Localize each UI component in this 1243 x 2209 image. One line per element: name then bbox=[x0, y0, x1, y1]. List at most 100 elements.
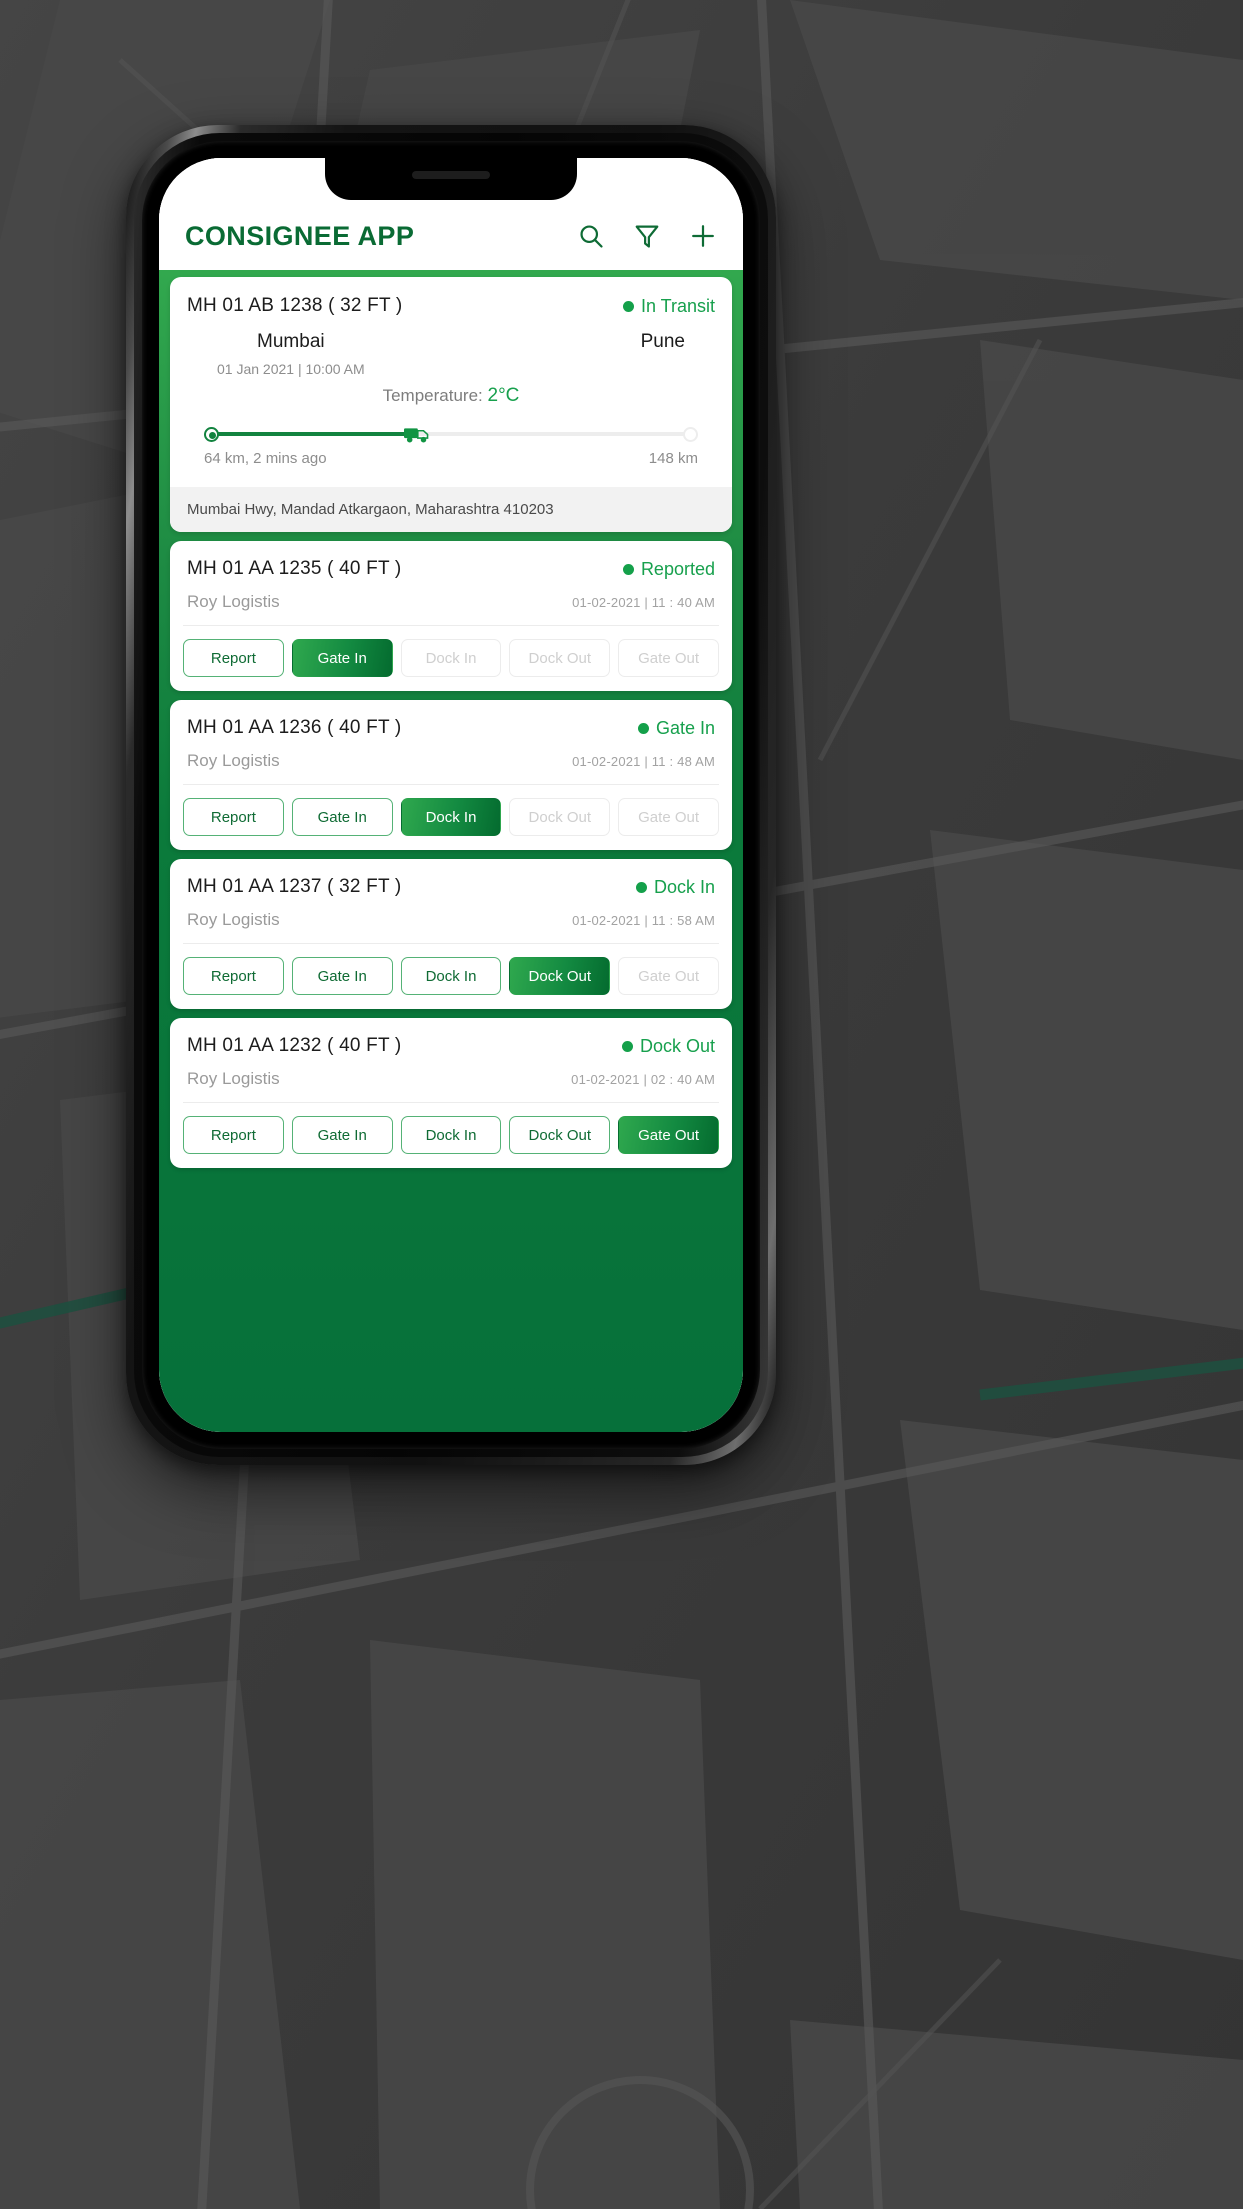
event-timestamp: 01-02-2021 | 11 : 48 AM bbox=[572, 753, 715, 769]
temperature-value: 2°C bbox=[487, 385, 520, 406]
event-timestamp: 01-02-2021 | 11 : 58 AM bbox=[572, 912, 715, 928]
plus-icon[interactable] bbox=[689, 222, 717, 250]
vehicle-card-meta-row: Roy Logistis 01-02-2021 | 11 : 48 AM bbox=[187, 751, 715, 771]
search-icon[interactable] bbox=[577, 222, 605, 250]
status-dot-icon bbox=[637, 722, 649, 734]
phone-mockup: CONSIGNEE APP MH 01 AB 1238 (32 FT) In… bbox=[126, 125, 776, 1465]
milestone-button-dock-in[interactable]: Dock In bbox=[400, 957, 502, 995]
milestone-button-report[interactable]: Report bbox=[183, 798, 284, 836]
vehicle-card-meta-row: Roy Logistis 01-02-2021 | 11 : 58 AM bbox=[187, 910, 715, 930]
vehicle-number: MH 01 AA 1237 ( 32 FT ) bbox=[187, 876, 402, 897]
vehicle-card-header-row: MH 01 AA 1236 ( 40 FT ) Gate In bbox=[187, 717, 715, 739]
milestone-button-gate-in[interactable]: Gate In bbox=[291, 639, 393, 677]
status-dot-icon bbox=[635, 881, 647, 893]
milestone-button-dock-out[interactable]: Dock Out bbox=[509, 1116, 611, 1154]
action-card-list: MH 01 AA 1235 ( 40 FT ) Reported Roy Logis… bbox=[170, 541, 732, 1168]
milestone-button-gate-out: Gate Out bbox=[618, 957, 719, 995]
milestone-button-dock-in: Dock In bbox=[400, 639, 502, 677]
vehicle-card[interactable]: MH 01 AA 1236 ( 40 FT ) Gate In Roy Logist… bbox=[170, 700, 732, 850]
transporter-name: Roy Logistis bbox=[187, 592, 280, 611]
temperature-row: Temperature: 2°C bbox=[187, 385, 715, 407]
destination-block: Pune bbox=[641, 331, 685, 353]
milestone-button-row: Report Gate In Dock In Dock Out Gate Out bbox=[170, 1103, 732, 1168]
status-badge: Reported bbox=[622, 558, 715, 580]
app-body: MH 01 AB 1238 ( 32 FT ) In Transit Mumba… bbox=[159, 270, 743, 1432]
vehicle-card-header-row: MH 01 AA 1232 ( 40 FT ) Dock Out bbox=[187, 1035, 715, 1057]
header-actions bbox=[577, 222, 717, 252]
milestone-button-gate-in[interactable]: Gate In bbox=[291, 1116, 393, 1154]
destination-city: Pune bbox=[640, 331, 685, 352]
status-label: Dock Out bbox=[639, 1035, 715, 1056]
in-transit-card[interactable]: MH 01 AB 1238 ( 32 FT ) In Transit Mumba… bbox=[170, 277, 732, 532]
vehicle-card-top: MH 01 AA 1235 ( 40 FT ) Reported Roy Logis… bbox=[170, 541, 732, 625]
vehicle-number: MH 01 AA 1236 ( 40 FT ) bbox=[187, 717, 402, 738]
status-badge: Dock Out bbox=[621, 1035, 715, 1057]
milestone-button-gate-in[interactable]: Gate In bbox=[291, 798, 393, 836]
status-dot-icon bbox=[622, 300, 634, 312]
milestone-button-report[interactable]: Report bbox=[183, 957, 284, 995]
milestone-button-dock-out[interactable]: Dock Out bbox=[509, 957, 611, 995]
vehicle-card-header-row: MH 01 AA 1235 ( 40 FT ) Reported bbox=[187, 558, 715, 580]
milestone-button-row: Report Gate In Dock In Dock Out Gate Out bbox=[170, 626, 732, 691]
status-dot-icon bbox=[622, 563, 634, 575]
milestone-button-gate-out: Gate Out bbox=[618, 798, 719, 836]
milestone-button-gate-out[interactable]: Gate Out bbox=[618, 1116, 719, 1154]
milestone-button-dock-out: Dock Out bbox=[509, 798, 611, 836]
milestone-button-row: Report Gate In Dock In Dock Out Gate Out bbox=[170, 944, 732, 1009]
vehicle-card[interactable]: MH 01 AA 1235 ( 40 FT ) Reported Roy Logis… bbox=[170, 541, 732, 691]
vehicle-card[interactable]: MH 01 AA 1232 ( 40 FT ) Dock Out Roy Logis… bbox=[170, 1018, 732, 1168]
origin-city: Mumbai bbox=[257, 331, 325, 352]
transporter-name: Roy Logistis bbox=[187, 1069, 280, 1088]
in-transit-header-row: MH 01 AB 1238 ( 32 FT ) In Transit bbox=[187, 295, 715, 317]
event-timestamp: 01-02-2021 | 11 : 40 AM bbox=[572, 594, 715, 610]
vehicle-card-header-row: MH 01 AA 1237 ( 32 FT ) Dock In bbox=[187, 876, 715, 898]
status-badge: Dock In bbox=[635, 876, 715, 898]
vehicle-card-top: MH 01 AA 1237 ( 32 FT ) Dock In Roy Logist… bbox=[170, 859, 732, 943]
distance-covered: 64 km, 2 mins ago bbox=[204, 450, 327, 467]
progress-track[interactable] bbox=[204, 427, 698, 443]
status-label: Reported bbox=[640, 558, 715, 579]
status-label: Gate In bbox=[655, 717, 715, 738]
milestone-button-gate-in[interactable]: Gate In bbox=[291, 957, 393, 995]
progress-end-knob bbox=[683, 427, 698, 442]
distance-total: 148 km bbox=[648, 450, 698, 467]
milestone-button-row: Report Gate In Dock In Dock Out Gate Out bbox=[170, 785, 732, 850]
vehicle-card[interactable]: MH 01 AA 1237 ( 32 FT ) Dock In Roy Logist… bbox=[170, 859, 732, 1009]
milestone-button-dock-in[interactable]: Dock In bbox=[400, 798, 502, 836]
vehicle-number: MH 01 AB 1238 ( 32 FT ) bbox=[187, 295, 403, 316]
progress-labels: 64 km, 2 mins ago 148 km bbox=[204, 450, 698, 481]
vehicle-card-meta-row: Roy Logistis 01-02-2021 | 02 : 40 AM bbox=[187, 1069, 715, 1089]
event-timestamp: 01-02-2021 | 02 : 40 AM bbox=[571, 1071, 715, 1087]
milestone-button-dock-in[interactable]: Dock In bbox=[400, 1116, 502, 1154]
status-label: In Transit bbox=[640, 295, 715, 316]
truck-icon bbox=[403, 428, 428, 443]
milestone-button-report[interactable]: Report bbox=[183, 1116, 284, 1154]
phone-notch bbox=[325, 158, 577, 200]
page-title: CONSIGNEE APP bbox=[185, 221, 415, 251]
vehicle-card-meta-row: Roy Logistis 01-02-2021 | 11 : 40 AM bbox=[187, 592, 715, 612]
milestone-button-dock-out: Dock Out bbox=[509, 639, 611, 677]
temperature-label: Temperature: bbox=[382, 386, 483, 405]
status-badge: In Transit bbox=[622, 295, 715, 317]
phone-screen: CONSIGNEE APP MH 01 AB 1238 (32 FT) In… bbox=[159, 158, 743, 1432]
in-transit-card-top: MH 01 AB 1238 ( 32 FT ) In Transit Mumba… bbox=[170, 277, 732, 487]
route-row: Mumbai 01 Jan 2021 | 10:00 AM Pune bbox=[187, 317, 715, 377]
progress-track-fill bbox=[212, 432, 418, 436]
milestone-button-gate-out: Gate Out bbox=[618, 639, 719, 677]
progress-start-knob bbox=[204, 427, 219, 442]
status-badge: Gate In bbox=[637, 717, 715, 739]
status-dot-icon bbox=[621, 1040, 633, 1052]
transporter-name: Roy Logistis bbox=[187, 751, 280, 770]
milestone-button-report[interactable]: Report bbox=[183, 639, 284, 677]
origin-block: Mumbai 01 Jan 2021 | 10:00 AM bbox=[217, 331, 365, 377]
vehicle-number: MH 01 AA 1232 ( 40 FT ) bbox=[187, 1035, 402, 1056]
current-address: Mumbai Hwy, Mandad Atkargaon, Maharashtr… bbox=[170, 487, 732, 532]
origin-timestamp: 01 Jan 2021 | 10:00 AM bbox=[217, 361, 365, 377]
transporter-name: Roy Logistis bbox=[187, 910, 280, 929]
earpiece-speaker bbox=[412, 171, 490, 179]
consignee-app: CONSIGNEE APP MH 01 AB 1238 (32 FT) In… bbox=[159, 158, 743, 1432]
trip-progress[interactable]: 64 km, 2 mins ago 148 km bbox=[187, 407, 715, 481]
filter-icon[interactable] bbox=[633, 222, 661, 250]
vehicle-card-top: MH 01 AA 1232 ( 40 FT ) Dock Out Roy Logis… bbox=[170, 1018, 732, 1102]
status-label: Dock In bbox=[653, 876, 715, 897]
